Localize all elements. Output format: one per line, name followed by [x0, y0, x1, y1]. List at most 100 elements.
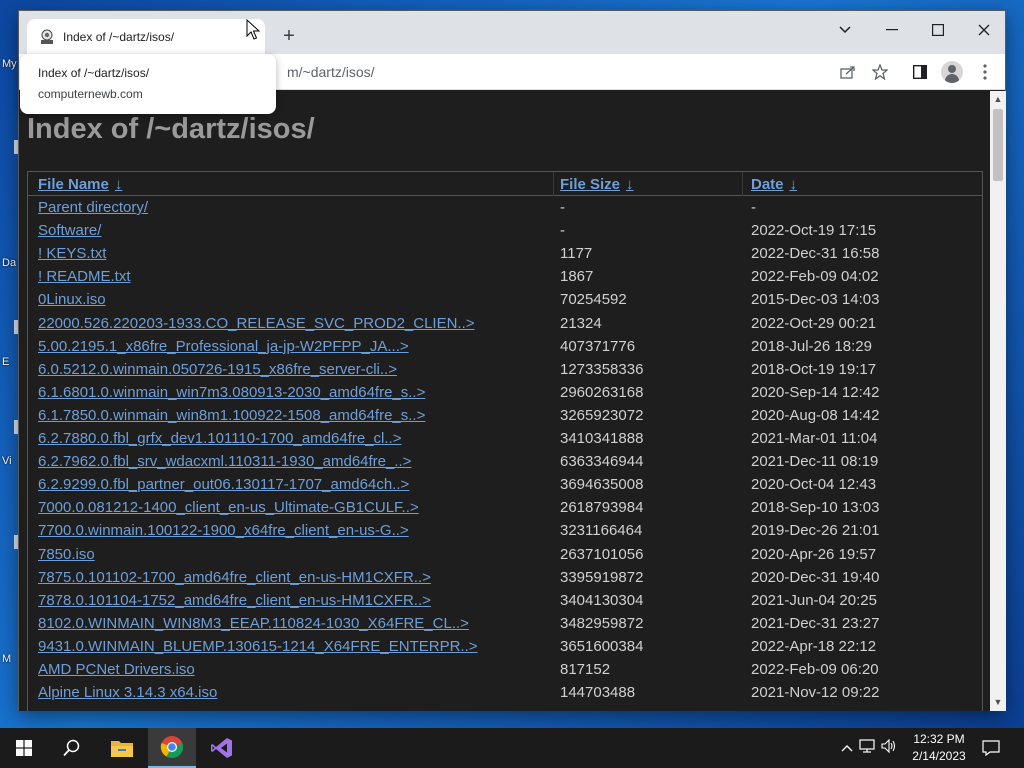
- sort-arrow-icon: ↓: [626, 176, 634, 193]
- file-date: 2022-Oct-19 17:15: [751, 222, 877, 240]
- start-button[interactable]: [0, 728, 48, 768]
- desktop-icon-label[interactable]: M: [2, 653, 11, 665]
- profile-button[interactable]: [940, 60, 964, 84]
- scroll-down-icon[interactable]: ▼: [993, 697, 1003, 707]
- minimize-button[interactable]: [869, 15, 915, 45]
- file-link[interactable]: 6.1.6801.0.winmain_win7m3.080913-2030_am…: [38, 384, 425, 401]
- table-row: 7000.0.081212-1400_client_en-us_Ultimate…: [28, 499, 982, 522]
- tab-hover-card: Index of /~dartz/isos/ computernewb.com: [20, 54, 276, 114]
- volume-icon[interactable]: [878, 738, 900, 758]
- sort-arrow-icon: ↓: [114, 176, 123, 193]
- menu-button[interactable]: [973, 60, 997, 84]
- close-button[interactable]: [961, 15, 1007, 45]
- file-link[interactable]: 7000.0.081212-1400_client_en-us_Ultimate…: [38, 499, 419, 516]
- file-link[interactable]: 7878.0.101104-1752_amd64fre_client_en-us…: [38, 592, 431, 609]
- hover-card-title: Index of /~dartz/isos/: [38, 66, 150, 80]
- file-link[interactable]: AMD PCNet Drivers.iso: [38, 661, 195, 678]
- file-link[interactable]: 5.00.2195.1_x86fre_Professional_ja-jp-W2…: [38, 338, 409, 355]
- network-icon[interactable]: [856, 738, 878, 758]
- tray-overflow-chevron-up-icon[interactable]: [838, 739, 856, 757]
- file-link[interactable]: 6.0.5212.0.winmain.050726-1915_x86fre_se…: [38, 361, 397, 378]
- file-date: 2020-Dec-31 19:40: [751, 568, 880, 586]
- file-link[interactable]: 6.2.7880.0.fbl_grfx_dev1.101110-1700_amd…: [38, 430, 401, 447]
- table-row: Parent directory/ - -: [28, 199, 982, 222]
- file-link[interactable]: 6.2.7962.0.fbl_srv_wdacxml.110311-1930_a…: [38, 453, 411, 470]
- file-date: 2020-Sep-14 12:42: [751, 383, 880, 401]
- clock-time: 12:32 PM: [913, 732, 965, 746]
- share-button[interactable]: [836, 60, 860, 84]
- visual-studio-button[interactable]: [198, 728, 246, 768]
- scroll-up-icon[interactable]: ▲: [993, 94, 1003, 104]
- file-size: 70254592: [560, 291, 627, 309]
- table-row: 5.00.2195.1_x86fre_Professional_ja-jp-W2…: [28, 338, 982, 361]
- file-link[interactable]: 7850.iso: [38, 546, 95, 563]
- desktop-icon-label[interactable]: E: [2, 356, 9, 368]
- tab-search-button[interactable]: [822, 15, 868, 45]
- file-date: 2018-Oct-19 19:17: [751, 360, 877, 378]
- search-icon: [63, 739, 80, 757]
- file-link[interactable]: 0Linux.iso: [38, 291, 106, 308]
- server-favicon-icon: [39, 29, 55, 45]
- file-link[interactable]: Software/: [38, 222, 101, 239]
- bookmark-button[interactable]: [868, 60, 892, 84]
- file-link[interactable]: 22000.526.220203-1933.CO_RELEASE_SVC_PRO…: [38, 315, 475, 332]
- table-row: ! README.txt 1867 2022-Feb-09 04:02: [28, 268, 982, 291]
- desktop-icon-label[interactable]: My: [2, 58, 17, 70]
- file-date: 2020-Apr-26 19:57: [751, 545, 877, 563]
- tab-strip: Index of /~dartz/isos/ +: [19, 11, 1005, 54]
- table-row: AMD PCNet Drivers.iso 817152 2022-Feb-09 0…: [28, 661, 982, 684]
- file-link[interactable]: 9431.0.WINMAIN_BLUEMP.130615-1214_X64FRE…: [38, 638, 478, 655]
- kebab-menu-icon: [983, 64, 987, 80]
- file-date: 2018-Jul-26 18:29: [751, 337, 872, 355]
- desktop-icon-label[interactable]: Vi: [2, 455, 12, 467]
- column-header-date[interactable]: Date ↓: [751, 176, 797, 193]
- table-row: 7878.0.101104-1752_amd64fre_client_en-us…: [28, 592, 982, 615]
- file-link[interactable]: 7700.0.winmain.100122-1900_x64fre_client…: [38, 522, 409, 539]
- table-row: 8102.0.WINMAIN_WIN8M3_EEAP.110824-1030_X…: [28, 615, 982, 638]
- notification-icon: [982, 740, 1000, 756]
- file-link[interactable]: ! README.txt: [38, 268, 131, 285]
- file-link[interactable]: 7875.0.101102-1700_amd64fre_client_en-us…: [38, 569, 431, 586]
- taskbar: 12:32 PM 2/14/2023: [0, 728, 1024, 768]
- file-date: 2022-Feb-09 06:20: [751, 661, 879, 678]
- browser-tab[interactable]: Index of /~dartz/isos/: [27, 19, 265, 54]
- chrome-icon: [160, 736, 184, 759]
- browser-window: Index of /~dartz/isos/ + m/~dartz/isos/: [18, 10, 1006, 711]
- file-size: 1867: [560, 268, 594, 286]
- file-date: 2019-Dec-26 21:01: [751, 522, 880, 540]
- column-header-file-name[interactable]: File Name ↓: [38, 176, 122, 193]
- file-link[interactable]: Parent directory/: [38, 199, 148, 216]
- file-size: 2960263168: [560, 383, 644, 401]
- visual-studio-icon: [211, 738, 232, 758]
- chevron-down-icon: [839, 26, 851, 34]
- file-link[interactable]: 8102.0.WINMAIN_WIN8M3_EEAP.110824-1030_X…: [38, 615, 469, 632]
- maximize-icon: [932, 24, 944, 36]
- column-header-file-size[interactable]: File Size ↓: [560, 176, 634, 193]
- table-row: 6.0.5212.0.winmain.050726-1915_x86fre_se…: [28, 361, 982, 384]
- page-scrollbar[interactable]: ▲ ▼: [990, 91, 1006, 711]
- file-size: 2618793984: [560, 499, 644, 517]
- notification-center-button[interactable]: [968, 728, 1014, 768]
- file-link[interactable]: ! KEYS.txt: [38, 245, 106, 262]
- table-row: Alpine Linux 3.14.3 x64.iso 144703488 2021…: [28, 684, 982, 707]
- search-button[interactable]: [48, 728, 96, 768]
- file-size: 407371776: [560, 337, 636, 355]
- scrollbar-thumb[interactable]: [993, 109, 1003, 181]
- side-panel-button[interactable]: [908, 60, 932, 84]
- table-row: 7875.0.101102-1700_amd64fre_client_en-us…: [28, 569, 982, 592]
- file-size: 144703488: [560, 684, 636, 702]
- page-title: Index of /~dartz/isos/: [27, 113, 315, 145]
- file-link[interactable]: Alpine Linux 3.14.3 x64.iso: [38, 684, 217, 701]
- address-bar[interactable]: m/~dartz/isos/: [287, 64, 375, 80]
- taskbar-clock[interactable]: 12:32 PM 2/14/2023: [910, 731, 968, 765]
- file-link[interactable]: 6.2.9299.0.fbl_partner_out06.130117-1707…: [38, 476, 409, 493]
- side-panel-icon: [913, 65, 927, 79]
- file-link[interactable]: 6.1.7850.0.winmain_win8m1.100922-1508_am…: [38, 407, 425, 424]
- desktop-icon-label[interactable]: Da: [2, 257, 16, 269]
- file-explorer-button[interactable]: [98, 728, 146, 768]
- maximize-button[interactable]: [915, 15, 961, 45]
- table-row: ! KEYS.txt 1177 2022-Dec-31 16:58: [28, 245, 982, 268]
- page-content: Index of /~dartz/isos/ File Name ↓ File S…: [19, 91, 990, 711]
- new-tab-button[interactable]: +: [277, 24, 301, 48]
- chrome-taskbar-button[interactable]: [148, 728, 196, 768]
